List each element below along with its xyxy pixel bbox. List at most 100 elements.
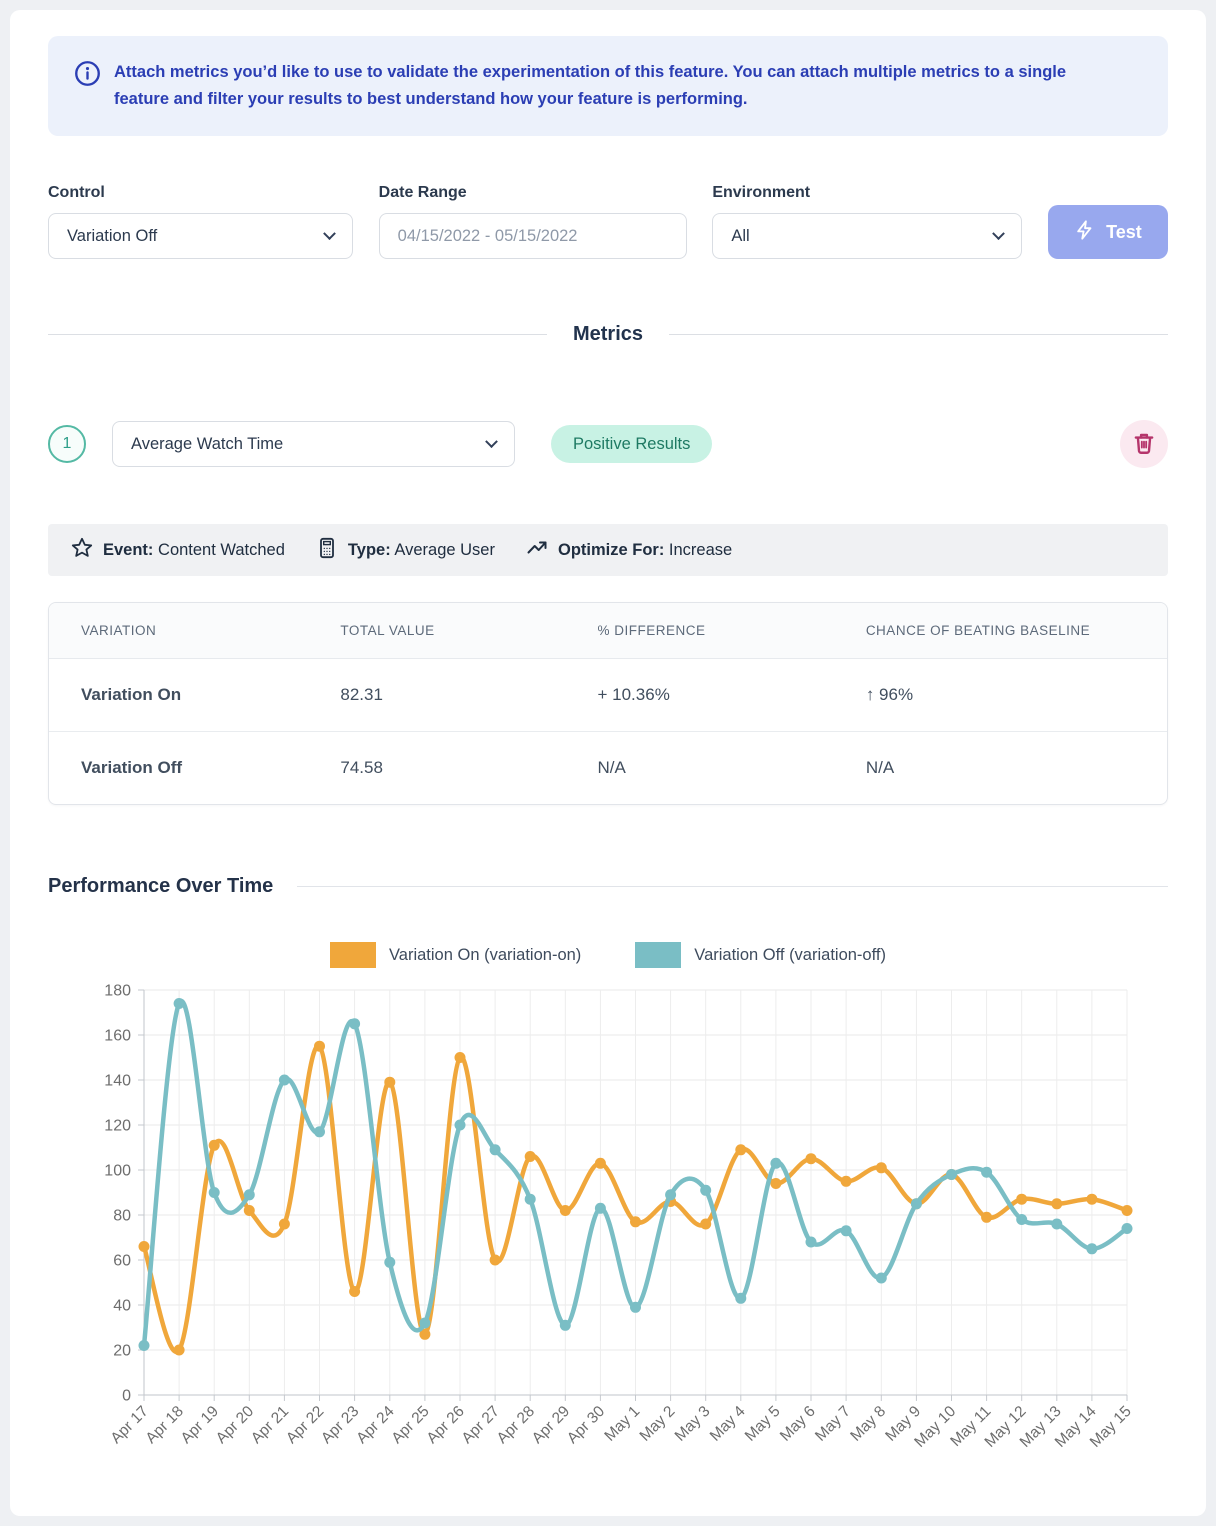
svg-text:May 6: May 6 [777,1403,819,1445]
svg-text:Apr 27: Apr 27 [459,1403,503,1447]
svg-text:160: 160 [104,1028,131,1045]
svg-text:Apr 26: Apr 26 [424,1403,468,1447]
svg-text:180: 180 [104,983,131,1000]
environment-select[interactable]: All [712,213,1022,259]
svg-text:120: 120 [104,1118,131,1135]
chart-legend: Variation On (variation-on) Variation Of… [48,942,1168,968]
results-table: VARIATION TOTAL VALUE % DIFFERENCE CHANC… [48,602,1168,805]
svg-text:60: 60 [113,1253,131,1270]
chevron-down-icon [323,227,336,240]
difference-value: + 10.36% [566,659,834,731]
metrics-section-title: Metrics [573,323,643,346]
type-detail: Type: Average User [315,536,495,565]
optimize-label: Optimize For: [558,541,664,559]
legend-label-variation-off: Variation Off (variation-off) [694,946,886,965]
test-button[interactable]: Test [1048,205,1168,259]
table-row: Variation Off 74.58 N/A N/A [49,732,1167,804]
svg-text:0: 0 [122,1388,131,1405]
trending-up-icon [525,536,549,565]
date-range-field: Date Range 04/15/2022 - 05/15/2022 [379,184,687,259]
delete-metric-button[interactable] [1120,420,1168,468]
svg-text:Apr 23: Apr 23 [318,1403,362,1447]
svg-text:20: 20 [113,1343,131,1360]
legend-item-variation-off[interactable]: Variation Off (variation-off) [635,942,886,968]
trash-icon [1131,430,1157,459]
legend-swatch-variation-on [330,942,376,968]
table-row: Variation On 82.31 + 10.36% ↑ 96% [49,659,1167,732]
positive-results-badge: Positive Results [551,425,712,463]
svg-text:80: 80 [113,1208,131,1225]
chevron-down-icon [992,227,1005,240]
svg-text:May 2: May 2 [637,1403,679,1445]
environment-select-value: All [731,227,749,246]
svg-text:40: 40 [113,1298,131,1315]
svg-text:May 5: May 5 [742,1403,784,1445]
divider-line [669,334,1168,335]
info-banner-text: Attach metrics you’d like to use to vali… [114,59,1108,113]
svg-text:May 4: May 4 [707,1403,749,1445]
chevron-down-icon [485,435,498,448]
svg-text:Apr 19: Apr 19 [178,1403,222,1447]
legend-swatch-variation-off [635,942,681,968]
performance-title: Performance Over Time [48,875,273,898]
divider-line [48,334,547,335]
chance-value: N/A [834,732,1167,804]
line-chart-plot: 020406080100120140160180Apr 17Apr 18Apr … [48,976,1188,1476]
svg-text:Apr 29: Apr 29 [529,1403,573,1447]
col-header-variation: VARIATION [49,603,308,658]
svg-text:Apr 24: Apr 24 [353,1403,398,1448]
total-value: 82.31 [308,659,565,731]
variation-name: Variation Off [49,732,308,804]
environment-label: Environment [712,184,1022,202]
difference-value: N/A [566,732,834,804]
info-icon [74,60,101,92]
chance-value: ↑ 96% [834,659,1167,731]
type-value: Average User [394,541,495,559]
control-field: Control Variation Off [48,184,353,259]
svg-text:Apr 22: Apr 22 [283,1403,327,1447]
performance-chart: Variation On (variation-on) Variation Of… [48,942,1168,1476]
col-header-total-value: TOTAL VALUE [308,603,565,658]
experiment-results-panel: Attach metrics you’d like to use to vali… [10,10,1206,1516]
control-select[interactable]: Variation Off [48,213,353,259]
svg-text:Apr 20: Apr 20 [213,1403,258,1448]
variation-name: Variation On [49,659,308,731]
svg-text:May 8: May 8 [847,1403,889,1445]
control-select-value: Variation Off [67,227,157,246]
svg-text:Apr 17: Apr 17 [108,1403,152,1447]
svg-text:Apr 18: Apr 18 [143,1403,187,1447]
test-button-label: Test [1106,222,1142,243]
svg-text:May 7: May 7 [812,1403,854,1445]
svg-text:Apr 21: Apr 21 [248,1403,292,1447]
legend-item-variation-on[interactable]: Variation On (variation-on) [330,942,581,968]
optimize-value: Increase [669,541,732,559]
performance-section-header: Performance Over Time [48,875,1168,898]
metrics-divider: Metrics [48,323,1168,346]
info-banner: Attach metrics you’d like to use to vali… [48,36,1168,136]
col-header-chance: CHANCE OF BEATING BASELINE [834,603,1167,658]
legend-label-variation-on: Variation On (variation-on) [389,946,581,965]
lightning-bolt-icon [1074,219,1096,246]
controls-row: Control Variation Off Date Range 04/15/2… [48,184,1168,259]
metric-number-badge: 1 [48,425,86,463]
svg-text:Apr 25: Apr 25 [388,1403,432,1447]
svg-text:May 1: May 1 [601,1403,643,1445]
svg-text:140: 140 [104,1073,131,1090]
table-header-row: VARIATION TOTAL VALUE % DIFFERENCE CHANC… [49,603,1167,659]
event-label: Event: [103,541,153,559]
environment-field: Environment All [712,184,1022,259]
type-label: Type: [348,541,391,559]
metric-select[interactable]: Average Watch Time [112,421,515,467]
date-range-input[interactable]: 04/15/2022 - 05/15/2022 [379,213,687,259]
metric-details-bar: Event: Content Watched Type: Av [48,524,1168,576]
calculator-icon [315,536,339,565]
metric-row: 1 Average Watch Time Positive Results [48,420,1168,468]
star-icon [70,536,94,565]
svg-text:100: 100 [104,1163,131,1180]
optimize-detail: Optimize For: Increase [525,536,732,565]
total-value: 74.58 [308,732,565,804]
date-range-value: 04/15/2022 - 05/15/2022 [398,227,578,246]
svg-text:Apr 28: Apr 28 [494,1403,538,1447]
metric-select-value: Average Watch Time [131,435,283,454]
svg-text:May 3: May 3 [672,1403,714,1445]
